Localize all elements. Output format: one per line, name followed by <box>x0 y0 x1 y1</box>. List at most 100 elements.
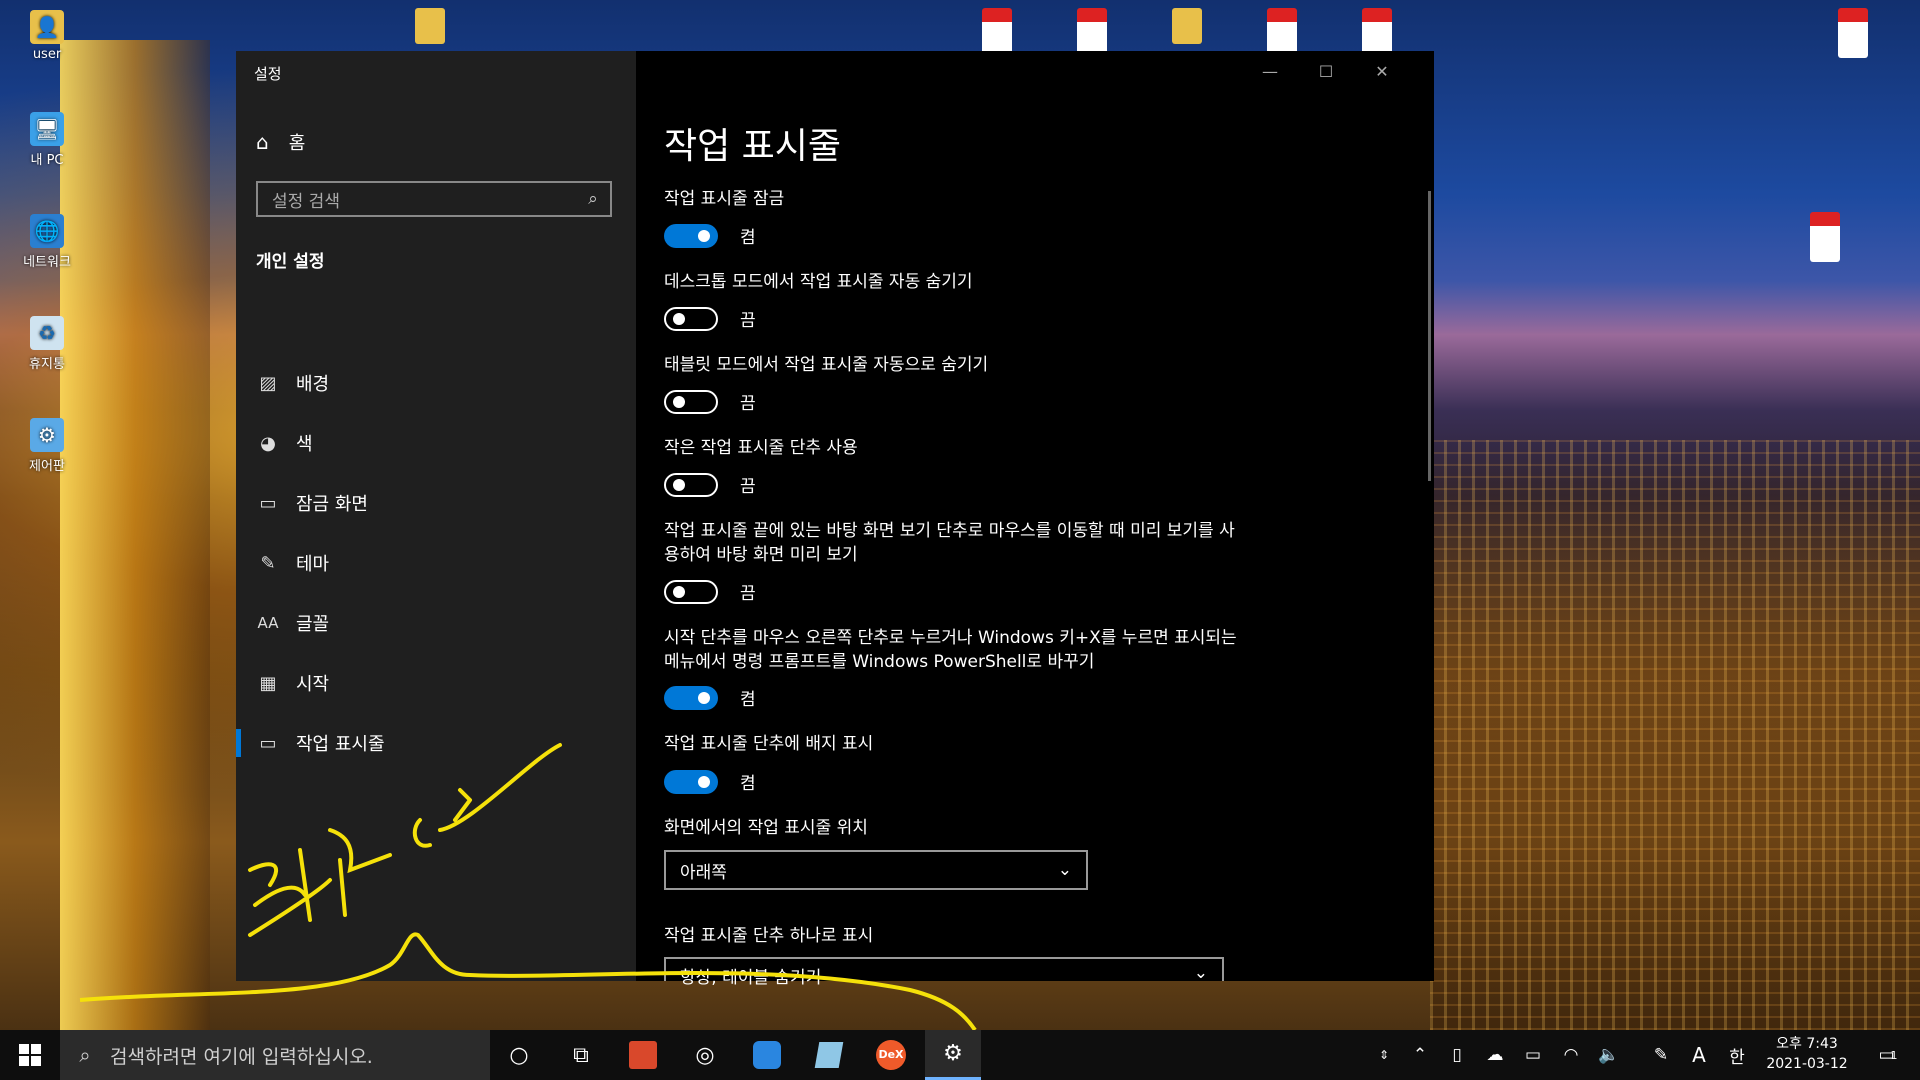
toggle-switch[interactable] <box>664 769 718 794</box>
search-icon: ⌕ <box>79 1043 91 1067</box>
battery-icon[interactable]: ▭ <box>1518 1030 1548 1080</box>
nav-home[interactable]: ⌂ 홈 <box>256 129 305 155</box>
toggle-state: 켬 <box>740 228 756 248</box>
nav-item-color[interactable]: ◕ 색 <box>236 419 636 467</box>
nav-item-taskbar[interactable]: ▭ 작업 표시줄 <box>236 719 636 767</box>
nav-item-start[interactable]: ▦ 시작 <box>236 659 636 707</box>
pdf-file-icon[interactable] <box>1838 8 1868 58</box>
toggle-switch[interactable] <box>664 685 718 710</box>
toggle-state: 켬 <box>740 774 756 794</box>
toggle-lock-taskbar[interactable]: 켬 <box>664 223 756 248</box>
task-view-icon[interactable]: ⧉ <box>553 1030 609 1080</box>
desktop-icon-control-panel[interactable]: ⚙ 제어판 <box>12 418 82 474</box>
nav-item-label: 시작 <box>296 674 330 695</box>
settings-gear-icon[interactable]: ⚙ <box>925 1030 981 1080</box>
ime-language-indicator[interactable]: A <box>1684 1030 1714 1080</box>
nav-home-label: 홈 <box>288 133 306 154</box>
nav-item-label: 배경 <box>296 374 330 395</box>
desktop-icon-recycle-bin[interactable]: ♻ 휴지통 <box>12 316 82 372</box>
search-icon[interactable]: ⌕ <box>576 189 610 209</box>
position-label: 화면에서의 작업 표시줄 위치 <box>664 818 868 838</box>
app-red-icon[interactable] <box>615 1030 671 1080</box>
windows-logo-icon <box>19 1044 41 1066</box>
dex-icon[interactable]: DeX <box>863 1030 919 1080</box>
setting-label: 태블릿 모드에서 작업 표시줄 자동으로 숨기기 <box>664 355 989 375</box>
toggle-autohide-desktop[interactable]: 끔 <box>664 306 756 331</box>
palette-icon: ◕ <box>260 432 276 454</box>
taskbar-clock[interactable]: 오후 7:43 2021-03-12 <box>1760 1034 1854 1074</box>
nav-item-label: 테마 <box>296 554 330 575</box>
browser-icon[interactable]: ◎ <box>677 1030 733 1080</box>
pen-icon[interactable]: ✎ <box>1646 1030 1676 1080</box>
toggle-peek[interactable]: 끔 <box>664 579 756 604</box>
folder-icon[interactable] <box>1172 8 1202 44</box>
toggle-switch[interactable] <box>664 306 718 331</box>
start-button[interactable] <box>0 1030 60 1080</box>
setting-label: 시작 단추를 마우스 오른쪽 단추로 누르거나 Windows 키+X를 누르면… <box>664 628 1237 672</box>
nav-item-label: 글꼴 <box>296 614 330 635</box>
maximize-button[interactable]: ☐ <box>1298 57 1354 85</box>
app-files-icon[interactable] <box>801 1030 857 1080</box>
clock-date: 2021-03-12 <box>1766 1056 1848 1072</box>
taskbar-search-box[interactable]: ⌕ 검색하려면 여기에 입력하십시오. <box>60 1030 490 1080</box>
desktop-icon-this-pc[interactable]: 🖥 내 PC <box>12 112 82 168</box>
chevron-down-icon: ⌄ <box>1057 860 1072 880</box>
device-icon[interactable]: ▯ <box>1442 1030 1472 1080</box>
lock-screen-icon: ▭ <box>259 492 277 514</box>
ime-mode-indicator[interactable]: 한 <box>1722 1030 1752 1080</box>
cortana-icon[interactable]: ○ <box>491 1030 547 1080</box>
onedrive-icon[interactable]: ☁ <box>1480 1030 1510 1080</box>
toggle-state: 끔 <box>740 477 756 497</box>
toggle-switch[interactable] <box>664 472 718 497</box>
wifi-icon[interactable]: ◠ <box>1556 1030 1586 1080</box>
settings-search-input[interactable]: 설정 검색 ⌕ <box>256 181 612 217</box>
desktop-icon-network[interactable]: 🌐 네트워크 <box>12 214 82 270</box>
scrollbar[interactable] <box>1428 191 1431 481</box>
app-blue-icon[interactable] <box>739 1030 795 1080</box>
user-folder-icon: 👤 <box>30 10 64 44</box>
nav-item-background[interactable]: ▨ 배경 <box>236 359 636 407</box>
volume-icon[interactable]: 🔈 <box>1594 1030 1624 1080</box>
toggle-switch[interactable] <box>664 223 718 248</box>
nav-item-label: 잠금 화면 <box>296 494 368 515</box>
toggle-state: 끔 <box>740 584 756 604</box>
setting-label: 작업 표시줄 끝에 있는 바탕 화면 보기 단추로 마우스를 이동할 때 미리 … <box>664 521 1235 565</box>
nav-item-fonts[interactable]: AA 글꼴 <box>236 599 636 647</box>
select-value: 아래쪽 <box>680 862 727 883</box>
desktop-icon-user[interactable]: 👤 user <box>12 10 82 62</box>
desktop-file-icon[interactable] <box>415 8 445 44</box>
wallpaper-city-lights <box>1430 440 1920 1030</box>
setting-label: 데스크톱 모드에서 작업 표시줄 자동 숨기기 <box>664 272 973 292</box>
start-icon: ▦ <box>259 672 277 694</box>
toggle-badges[interactable]: 켬 <box>664 769 756 794</box>
nav-item-lock-screen[interactable]: ▭ 잠금 화면 <box>236 479 636 527</box>
combine-buttons-select[interactable]: 항상, 레이블 숨기기 ⌄ <box>664 957 1224 988</box>
minimize-button[interactable]: — <box>1242 57 1298 85</box>
show-hidden-icons-icon[interactable]: ⌃ <box>1405 1030 1435 1080</box>
notification-center-icon[interactable]: ▭ 1 <box>1868 1030 1908 1080</box>
search-placeholder: 설정 검색 <box>272 191 340 212</box>
setting-label: 작업 표시줄 단추에 배지 표시 <box>664 734 874 754</box>
nav-section-title: 개인 설정 <box>256 252 325 272</box>
nav-item-themes[interactable]: ✎ 테마 <box>236 539 636 587</box>
pdf-file-icon[interactable] <box>1810 212 1840 262</box>
taskbar: ⌕ 검색하려면 여기에 입력하십시오. ○ ⧉ ◎ DeX ⚙ ⇕ ⌃ ▯ ☁ … <box>0 1030 1920 1080</box>
toggle-switch[interactable] <box>664 579 718 604</box>
image-icon: ▨ <box>259 372 277 394</box>
taskbar-position-select[interactable]: 아래쪽 ⌄ <box>664 850 1088 890</box>
toggle-powershell[interactable]: 켬 <box>664 685 756 710</box>
toggle-small-buttons[interactable]: 끔 <box>664 472 756 497</box>
combine-label: 작업 표시줄 단추 하나로 표시 <box>664 926 874 946</box>
font-icon: AA <box>257 614 279 632</box>
toggle-switch[interactable] <box>664 389 718 414</box>
toggle-state: 끔 <box>740 311 756 331</box>
pc-icon: 🖥 <box>30 112 64 146</box>
window-title: 설정 <box>254 65 282 83</box>
toggle-autohide-tablet[interactable]: 끔 <box>664 389 756 414</box>
close-button[interactable]: ✕ <box>1354 57 1410 85</box>
setting-label: 작업 표시줄 잠금 <box>664 189 785 209</box>
setting-label: 작은 작업 표시줄 단추 사용 <box>664 438 858 458</box>
taskbar-search-placeholder: 검색하려면 여기에 입력하십시오. <box>110 1045 373 1068</box>
chevron-down-icon: ⌄ <box>1193 963 1208 983</box>
tray-scroll-icon[interactable]: ⇕ <box>1375 1030 1393 1080</box>
